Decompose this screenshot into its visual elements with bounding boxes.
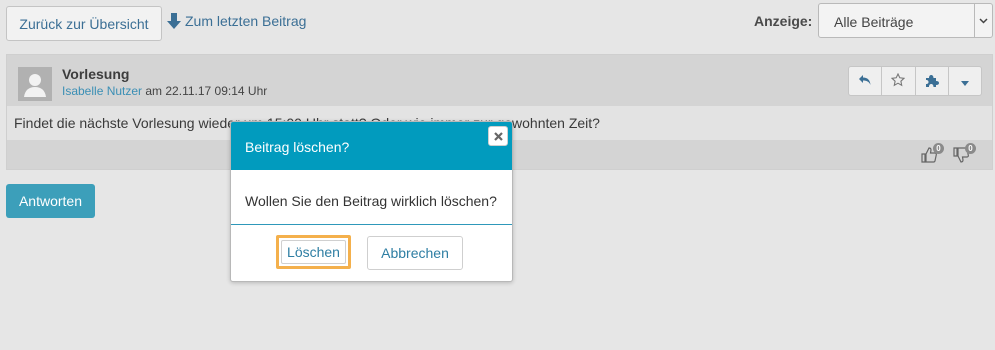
dislike-count: 0 xyxy=(965,143,976,154)
more-actions-button[interactable] xyxy=(949,67,981,95)
dialog-divider xyxy=(231,224,512,225)
close-icon xyxy=(493,131,503,141)
chevron-down-icon xyxy=(974,4,992,37)
puzzle-icon xyxy=(924,72,940,91)
post-timestamp: am 22.11.17 09:14 Uhr xyxy=(142,84,268,98)
display-filter-value: Alle Beiträge xyxy=(834,14,914,30)
display-filter-select[interactable]: Alle Beiträge xyxy=(818,3,993,38)
reply-button[interactable]: Antworten xyxy=(6,184,95,218)
reply-icon xyxy=(858,73,872,89)
reply-action-button[interactable] xyxy=(849,67,883,95)
display-filter-label: Anzeige: xyxy=(754,13,813,29)
star-icon xyxy=(891,72,906,90)
dialog-title: Beitrag löschen? xyxy=(245,139,350,155)
like-button[interactable]: 0 xyxy=(921,143,945,165)
close-button[interactable] xyxy=(488,126,508,146)
delete-post-dialog: Beitrag löschen? Wollen Sie den Beitrag … xyxy=(230,121,513,282)
dislike-button[interactable]: 0 xyxy=(953,143,977,165)
arrow-down-icon xyxy=(167,13,181,29)
post-action-group xyxy=(848,66,982,96)
reply-button-label: Antworten xyxy=(18,193,83,209)
plugin-action-button[interactable] xyxy=(916,67,949,95)
dialog-body: Wollen Sie den Beitrag wirklich löschen? xyxy=(231,170,512,224)
back-to-overview-label: Zurück zur Übersicht xyxy=(19,15,149,32)
cancel-label: Abbrechen xyxy=(381,245,449,261)
back-to-overview-button[interactable]: Zurück zur Übersicht xyxy=(6,6,162,41)
jump-to-last-post-link[interactable]: Zum letzten Beitrag xyxy=(167,13,306,29)
favorite-action-button[interactable] xyxy=(882,67,916,95)
post-title: Vorlesung xyxy=(62,66,130,82)
delete-confirm-button[interactable]: Löschen xyxy=(276,235,351,269)
post-author-link[interactable]: Isabelle Nutzer xyxy=(62,84,142,98)
post-header: Vorlesung Isabelle Nutzer am 22.11.17 09… xyxy=(7,55,992,106)
dialog-header: Beitrag löschen? xyxy=(231,122,512,170)
like-count: 0 xyxy=(933,143,944,154)
cancel-button[interactable]: Abbrechen xyxy=(367,236,463,270)
avatar xyxy=(18,67,52,101)
caret-down-icon xyxy=(960,73,969,89)
delete-confirm-label: Löschen xyxy=(287,244,340,260)
dialog-message: Wollen Sie den Beitrag wirklich löschen? xyxy=(245,193,497,209)
jump-to-last-post-label: Zum letzten Beitrag xyxy=(185,13,307,29)
post-meta: Isabelle Nutzer am 22.11.17 09:14 Uhr xyxy=(62,84,267,98)
